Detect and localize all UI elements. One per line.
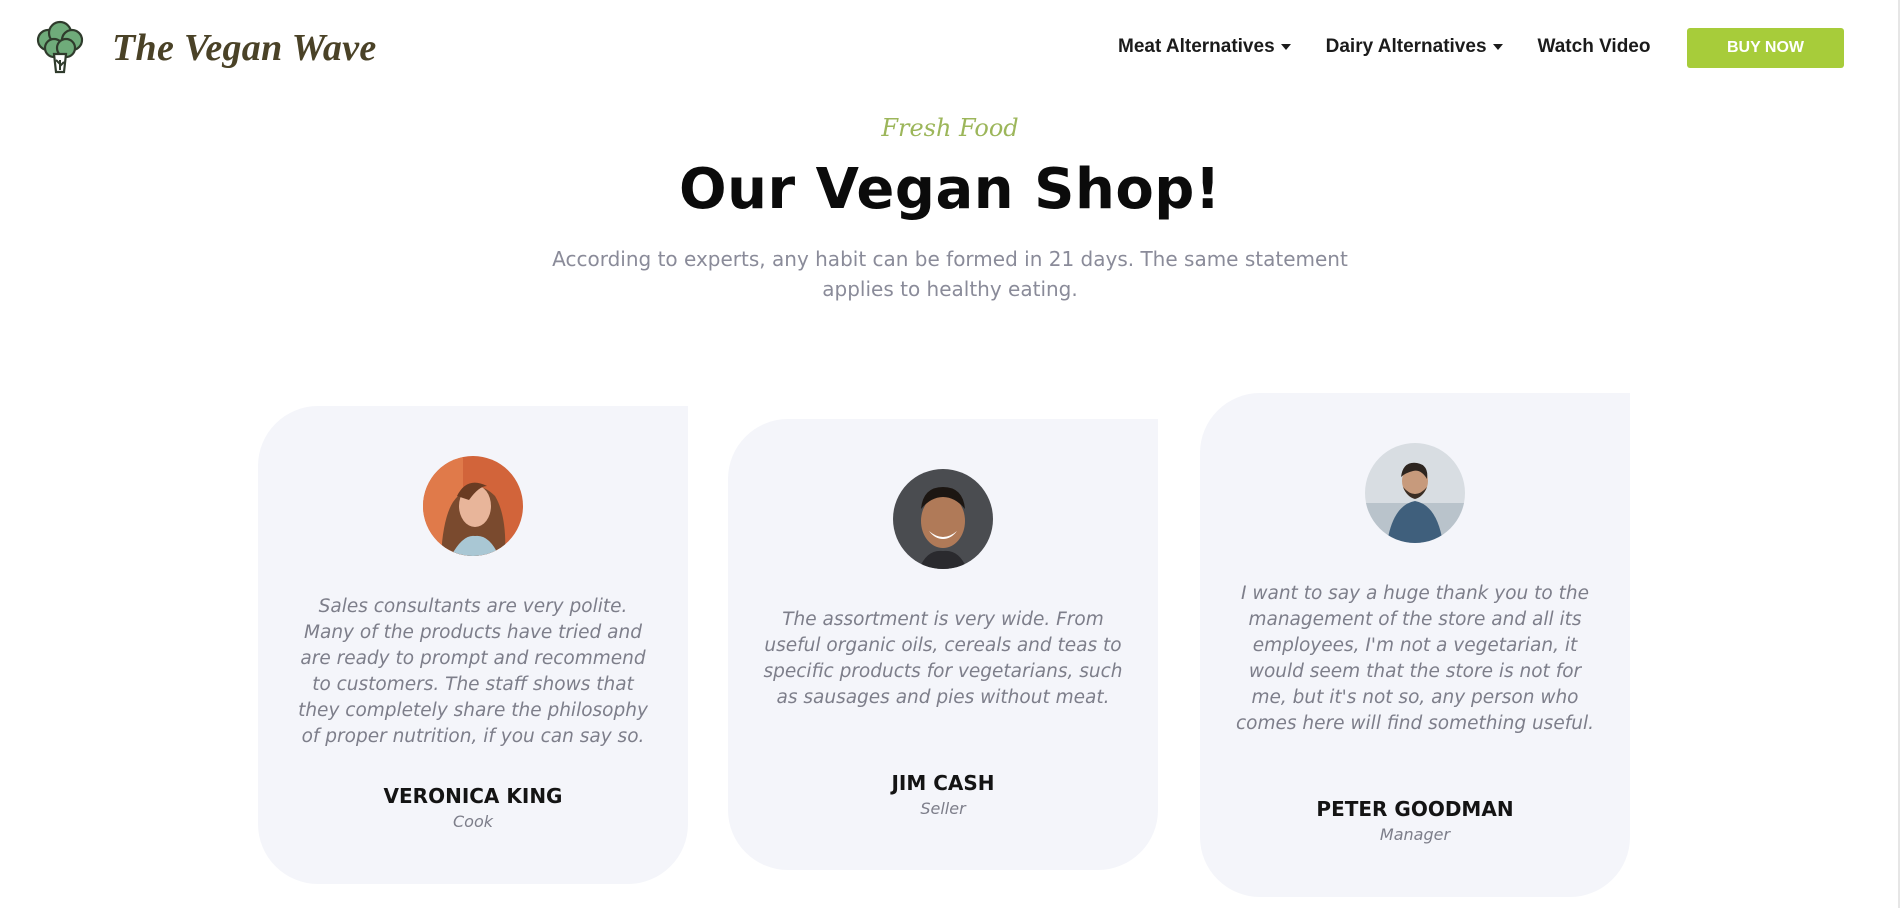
broccoli-icon bbox=[34, 20, 86, 76]
main-nav: Meat Alternatives Dairy Alternatives Wat… bbox=[1118, 36, 1650, 58]
page: The Vegan Wave Meat Alternatives Dairy A… bbox=[0, 0, 1900, 908]
nav-watch-video[interactable]: Watch Video bbox=[1538, 36, 1651, 58]
testimonial-role: Cook bbox=[452, 812, 493, 831]
testimonial-role: Manager bbox=[1379, 825, 1451, 844]
nav-meat-alternatives[interactable]: Meat Alternatives bbox=[1118, 36, 1291, 58]
avatar bbox=[423, 456, 523, 556]
nav-label: Dairy Alternatives bbox=[1325, 36, 1487, 57]
nav-label: Meat Alternatives bbox=[1118, 36, 1275, 57]
testimonial-card: I want to say a huge thank you to the ma… bbox=[1200, 393, 1630, 897]
buy-now-button[interactable]: BUY NOW bbox=[1687, 28, 1844, 68]
section-subtitle: According to experts, any habit can be f… bbox=[552, 247, 1348, 301]
caret-down-icon bbox=[1280, 44, 1291, 50]
section-kicker: Fresh Food bbox=[881, 114, 1019, 142]
site-header: The Vegan Wave Meat Alternatives Dairy A… bbox=[0, 0, 1900, 96]
testimonial-role: Seller bbox=[920, 799, 966, 818]
logo[interactable]: The Vegan Wave bbox=[34, 20, 377, 76]
avatar bbox=[893, 469, 993, 569]
testimonial-quote: The assortment is very wide. From useful… bbox=[763, 609, 1123, 708]
page-title: Our Vegan Shop! bbox=[679, 157, 1221, 222]
testimonial-card: The assortment is very wide. From useful… bbox=[728, 419, 1158, 870]
caret-down-icon bbox=[1492, 44, 1503, 50]
testimonial-name: JIM CASH bbox=[891, 771, 995, 795]
avatar bbox=[1365, 443, 1465, 543]
logo-text: The Vegan Wave bbox=[112, 27, 377, 69]
testimonial-quote: I want to say a huge thank you to the ma… bbox=[1236, 583, 1594, 734]
testimonial-card: Sales consultants are very polite. Many … bbox=[258, 406, 688, 884]
testimonial-name: VERONICA KING bbox=[383, 784, 563, 808]
testimonial-name: PETER GOODMAN bbox=[1316, 797, 1514, 821]
nav-label: Watch Video bbox=[1537, 36, 1651, 57]
testimonial-quote: Sales consultants are very polite. Many … bbox=[298, 596, 648, 747]
nav-dairy-alternatives[interactable]: Dairy Alternatives bbox=[1326, 36, 1503, 58]
